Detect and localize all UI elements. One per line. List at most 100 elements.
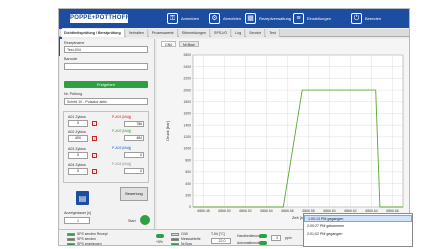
checkbox-a01[interactable]: ✓ (92, 121, 97, 126)
test-step-field: Schritt 10 - Pulsator aktiv (64, 98, 148, 105)
checkbox-a04[interactable]: ✓ (92, 169, 97, 174)
log-row[interactable]: 1:00:13 PM gegangen (304, 215, 412, 222)
status-led-plc-send-recipe (67, 233, 75, 236)
main-tabs: Dichtheitsprüfung / Berstprüfung Verhalt… (59, 29, 409, 37)
status-label-plc-send: SPS senden (77, 237, 96, 241)
y-tick-label: 2000 (183, 88, 191, 92)
status-led-nrbow (171, 243, 179, 245)
status-led-measuring-loop (171, 238, 179, 241)
pressure-chart: 2600240022002000180016001400120010008006… (165, 53, 404, 220)
status-label-measuring-loop: Messschleife (181, 237, 201, 241)
start-button[interactable] (140, 215, 150, 225)
cycle-counters-group: A01 Zyklus 0 ✓ A02 Zyklus 400 ✓ A03 Zykl… (63, 111, 149, 183)
temperature-label: T-Kit [°C] (211, 232, 225, 236)
pressure-value-a02: 484 (124, 135, 144, 141)
toggle-switch[interactable] (156, 234, 164, 238)
y-tick-label: 2600 (183, 53, 191, 57)
counter-label-a03: A03 Zyklus (68, 147, 86, 151)
y-tick-label: 1000 (183, 147, 191, 151)
pressure-value-a01: 786 (124, 121, 144, 127)
tab-process-values[interactable]: Prozesswerte (148, 29, 178, 37)
counter-label-a04: A04 Zyklus (68, 163, 86, 167)
x-tick-label: 6866.50 (218, 209, 230, 213)
tab-faults[interactable]: Störmeldungen (178, 29, 211, 37)
y-tick-label: 800 (185, 158, 191, 162)
recipe-name-field[interactable]: Test-004 (64, 46, 148, 53)
y-tick-label: 2400 (183, 65, 191, 69)
y-tick-label: 1400 (183, 123, 191, 127)
chart-tab-nrbow[interactable]: Nr.Bow (179, 41, 199, 47)
barcode-label: Barcode (64, 57, 78, 61)
counter-label-a02: A02 Zyklus (68, 130, 86, 134)
pressure-chart-area: CN0 Nr.Bow 2600 2400 2200 2000 1800 1600 1400 1… (157, 39, 409, 229)
event-log-list[interactable]: 1:00:13 PM gegangen 2:00:27 PM gekommen … (303, 213, 413, 247)
status-led-plc-send (67, 238, 75, 241)
pressure-label-a03: P-A03 [kN/g] (112, 146, 132, 150)
test-step-label: Nr. Prüfung (64, 92, 83, 96)
app-window: POPPE+POTTHOFF ⚿ Anmelden ⚙ Abmelden ▦ Reze… (58, 8, 410, 246)
pressure-label-a01: P-A01 [kN/g] (112, 115, 132, 119)
logout-button[interactable]: ⚙ Abmelden (209, 12, 241, 25)
evaluate-button[interactable]: Bewertung (120, 187, 148, 201)
pressure-label-a02: P-A02 [kN/g] (112, 129, 132, 133)
tab-plc-io[interactable]: SPS-I/O (211, 29, 232, 37)
x-tick-label: 6866.54 (260, 209, 272, 213)
temperature-field: 22.0 (211, 238, 231, 244)
tab-log[interactable]: Log (232, 29, 246, 37)
sliders-icon: ≡ (293, 13, 304, 24)
document-icon: ▤ (78, 193, 87, 203)
y-tick-label: 200 (185, 194, 191, 198)
y-tick-label: 1200 (183, 135, 191, 139)
counter-label-a01: A01 Zyklus (68, 115, 86, 119)
y-tick-label: 1800 (183, 100, 191, 104)
log-row[interactable]: 2:00:27 PM gekommen (304, 223, 412, 230)
counter-value-a03: 0 (68, 152, 88, 159)
status-led-plc-receive (67, 243, 75, 245)
y-axis-label: Druck [bar] (165, 121, 170, 141)
power-icon: ⏻ (351, 13, 362, 24)
manual-mode-toggle[interactable] (259, 234, 267, 238)
status-label-cn0: CN0 (181, 232, 188, 236)
tab-behaviour[interactable]: Verhalten (125, 29, 148, 37)
test-control-panel: Rezeptname Test-004 Barcode Freigeben Nr… (60, 39, 155, 229)
tab-service[interactable]: Service (246, 29, 266, 37)
pressure-label-a04: P-A04 [kN/g] (112, 162, 132, 166)
checkbox-a03[interactable]: ✓ (92, 153, 97, 158)
status-label-plc-send-recipe: SPS senden Rezept (77, 232, 108, 236)
y-tick-label: 2200 (183, 77, 191, 81)
counter-value-a02: 400 (68, 135, 88, 142)
user-logout-icon: ⚙ (209, 13, 220, 24)
y-tick-label: 400 (185, 182, 191, 186)
release-button[interactable]: Freigeben (64, 81, 148, 88)
log-row[interactable]: 2:01:02 PM gegangen (304, 231, 412, 238)
document-button[interactable]: ▤ (76, 191, 89, 205)
counter-value-a01: 0 (68, 120, 88, 127)
recipe-management-button[interactable]: ▦ Rezeptverwaltung (245, 12, 291, 25)
auto-mode-toggle[interactable] (259, 241, 267, 245)
checkbox-a02[interactable]: ✓ (92, 136, 97, 141)
y-tick-label: 0 (189, 205, 191, 209)
settings-button[interactable]: ≡ Einstellungen (293, 12, 331, 25)
pressure-value-a03: 0 (124, 152, 144, 158)
x-tick-label: 6866.48 (197, 209, 209, 213)
folder-icon: ▦ (245, 13, 256, 24)
counter-value-a04: 0 (68, 168, 88, 175)
manual-mode-label: Handbedienung (237, 234, 261, 238)
side-value: +5% (156, 240, 163, 244)
start-label: Start (128, 219, 136, 223)
pressure-value-a04: 0 (124, 168, 144, 174)
barcode-input[interactable] (64, 63, 148, 70)
status-label-plc-receive: SPS empfangen (77, 242, 102, 246)
display-duration-label: Anzeigedauer [s] (64, 211, 91, 215)
user-lock-icon: ⚿ (167, 13, 178, 24)
tab-leak-test[interactable]: Dichtheitsprüfung / Berstprüfung (61, 29, 125, 37)
display-duration-stepper[interactable]: 1 (64, 217, 90, 224)
chart-tab-cn0[interactable]: CN0 (161, 41, 177, 47)
x-tick-label: 6866.56 (281, 209, 293, 213)
tab-test[interactable]: Test (266, 29, 280, 37)
recipe-name-label: Rezeptname (64, 41, 85, 45)
ppm-field[interactable]: 3 (271, 235, 281, 241)
login-button[interactable]: ⚿ Anmelden (167, 12, 199, 25)
status-led-cn0 (171, 233, 179, 236)
exit-button[interactable]: ⏻ Beenden (351, 12, 381, 25)
